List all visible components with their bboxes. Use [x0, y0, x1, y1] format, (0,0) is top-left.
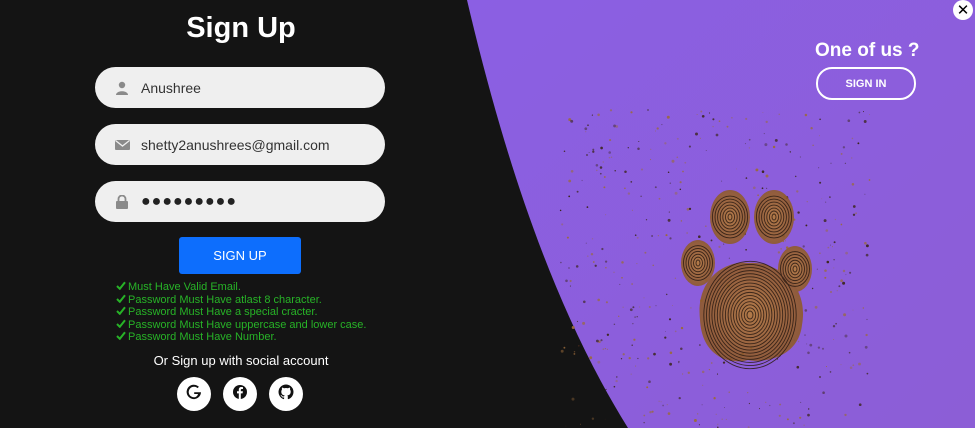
sign-in-button[interactable]: SIGN IN: [816, 67, 916, 100]
lock-icon: [114, 194, 130, 210]
rule-item: Must Have Valid Email.: [116, 281, 366, 294]
close-icon: ✕: [956, 1, 970, 19]
password-field[interactable]: ●●●●●●●●●: [95, 181, 385, 222]
user-icon: [114, 80, 130, 96]
password-value: ●●●●●●●●●: [141, 192, 237, 210]
rule-item: Password Must Have a special cracter.: [116, 306, 366, 319]
fingerprint-paw-illustration: [681, 190, 812, 370]
rule-text: Password Must Have uppercase and lower c…: [128, 318, 367, 331]
rule-item: Password Must Have Number.: [116, 331, 366, 344]
email-value: shetty2anushrees@gmail.com: [141, 136, 330, 153]
check-icon: [116, 319, 126, 332]
github-icon: [278, 384, 294, 405]
rule-item: Password Must Have atlast 8 character.: [116, 294, 366, 307]
check-icon: [116, 281, 126, 294]
validation-rules-list: Must Have Valid Email. Password Must Hav…: [116, 281, 366, 344]
name-value: Anushree: [141, 79, 201, 96]
facebook-signup-button[interactable]: [223, 377, 257, 411]
social-signup-text: Or Sign up with social account: [153, 353, 329, 368]
name-field[interactable]: Anushree: [95, 67, 385, 108]
rule-text: Password Must Have a special cracter.: [128, 306, 318, 319]
check-icon: [116, 331, 126, 344]
panel-heading: One of us ?: [815, 40, 920, 61]
page-title: Sign Up: [186, 12, 296, 44]
check-icon: [116, 294, 126, 307]
google-signup-button[interactable]: [177, 377, 211, 411]
email-field[interactable]: shetty2anushrees@gmail.com: [95, 124, 385, 165]
close-button[interactable]: ✕: [953, 0, 973, 20]
rule-text: Password Must Have Number.: [128, 331, 277, 344]
facebook-icon: [232, 384, 248, 405]
check-icon: [116, 306, 126, 319]
rule-text: Password Must Have atlast 8 character.: [128, 293, 322, 306]
rule-text: Must Have Valid Email.: [128, 281, 241, 293]
envelope-icon: [114, 137, 130, 153]
github-signup-button[interactable]: [269, 377, 303, 411]
google-icon: [186, 384, 202, 405]
rule-item: Password Must Have uppercase and lower c…: [116, 319, 366, 332]
signup-page: ✕ Sign Up Anushree shetty2anushrees@gmai…: [0, 0, 975, 428]
sign-up-button[interactable]: SIGN UP: [179, 237, 301, 274]
